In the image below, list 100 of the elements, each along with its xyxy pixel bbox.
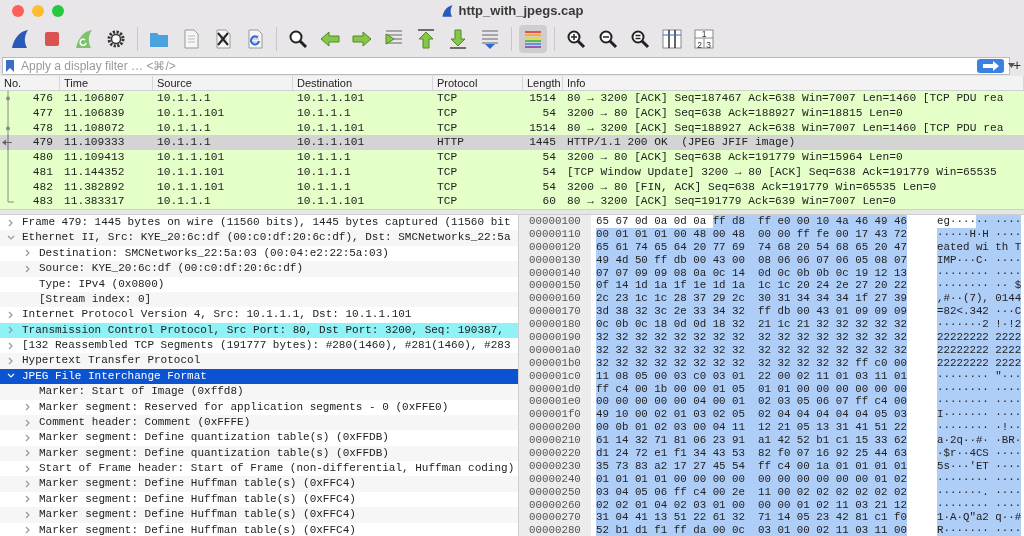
highlighted-ascii-text: ·····H·H ···· — [937, 227, 1022, 241]
table-cell-text: 54 — [541, 179, 557, 195]
expanded-chevron-icon[interactable] — [7, 373, 15, 380]
tree-row[interactable]: Marker segment: Define Huffman table(s) (0xFFC4) — [0, 491, 518, 508]
table-cell-text: 10.1.1.1 — [296, 179, 352, 195]
highlighted-ascii-text: ,#··(7), 0144 — [937, 292, 1022, 306]
tree-row[interactable]: Destination: SMCNetworks_22:5a:03 (00:04:e2:22:5a:03) — [0, 245, 518, 262]
collapsed-chevron-icon[interactable] — [25, 418, 31, 427]
apply-filter-button[interactable] — [977, 59, 1004, 73]
table-cell-text: 11.109413 — [63, 150, 126, 165]
collapsed-chevron-icon[interactable] — [25, 249, 31, 258]
close-button[interactable] — [12, 5, 24, 17]
zoom-button[interactable] — [52, 5, 64, 17]
tree-row[interactable]: Comment header: Comment (0xFFFE) — [0, 414, 518, 431]
column-header[interactable]: Destination — [293, 76, 433, 90]
table-cell-text: 11.382892 — [63, 179, 126, 195]
offset-text: 00000100 — [519, 215, 591, 228]
tree-row[interactable]: Source: KYE_20:6c:df (00:c0:df:20:6c:df) — [0, 261, 518, 277]
column-header[interactable]: Length — [523, 76, 563, 90]
offset-text: 00000170 — [519, 305, 591, 319]
collapsed-chevron-icon[interactable] — [8, 357, 14, 366]
table-cell-text: 54 — [541, 164, 557, 180]
offset-text: 00000160 — [519, 292, 591, 306]
highlighted-ascii-text: ········ ···· — [937, 395, 1022, 409]
table-cell-text: 10.1.1.1 — [156, 120, 212, 136]
collapsed-chevron-icon[interactable] — [8, 326, 14, 335]
list-triangle-icon — [479, 28, 501, 50]
tree-row-text: Marker segment: Define quantization table(s) (0xFFDB) — [39, 445, 389, 461]
tree-row[interactable]: Marker segment: Define Huffman table(s) (0xFFC4) — [0, 476, 518, 492]
table-cell-text: TCP — [436, 91, 459, 106]
tree-row[interactable]: Marker segment: Define quantization table(s) (0xFFDB) — [0, 445, 518, 461]
table-cell-text: 10.1.1.101 — [296, 91, 366, 106]
collapsed-chevron-icon[interactable] — [25, 403, 31, 412]
collapsed-chevron-icon[interactable] — [25, 464, 31, 473]
tree-row[interactable]: Hypertext Transfer Protocol — [0, 353, 518, 369]
packet-row[interactable]: 483 11.383317 10.1.1.1 10.1.1.101 TCP 60 80 → 3200 [ACK] Seq=191779 Ack=639 Win=7007 Len=0 — [0, 194, 1024, 209]
tree-row[interactable]: Internet Protocol Version 4, Src: 10.1.1.1, Dst: 10.1.1.101 — [0, 307, 518, 323]
add-filter-button[interactable]: + — [1013, 57, 1022, 73]
table-cell-text: TCP — [436, 105, 459, 121]
tree-row[interactable]: Type: IPv4 (0x0800) — [0, 276, 518, 292]
highlighted-ascii-text: R······· ···· — [937, 524, 1022, 536]
table-cell-text: 1514 — [528, 91, 557, 106]
column-header[interactable]: Time — [60, 76, 153, 90]
filter-field[interactable]: Apply a display filter … <⌘/> — [2, 57, 1010, 75]
search-icon — [287, 28, 309, 50]
up-arrow-icon — [415, 28, 437, 50]
highlighted-hex-bytes: 0c 0b 0c 18 0d 0d 18 32 21 1c 21 32 32 32 32 32 — [596, 318, 907, 332]
highlighted-ascii-text: =82<.342 ···C — [937, 305, 1022, 319]
table-cell-text: TCP — [436, 179, 459, 195]
table-cell-text: 10.1.1.101 — [296, 120, 366, 136]
tree-row[interactable]: Marker: Start of Image (0xffd8) — [0, 384, 518, 400]
collapsed-chevron-icon[interactable] — [25, 510, 31, 519]
table-cell-text: 11.144352 — [63, 164, 126, 180]
column-header[interactable]: Info — [563, 76, 1024, 90]
collapsed-chevron-icon[interactable] — [25, 495, 31, 504]
collapsed-chevron-icon[interactable] — [8, 218, 14, 227]
column-header[interactable]: No. — [0, 76, 60, 90]
table-cell-text: 10.1.1.101 — [156, 179, 226, 195]
table-cell-text: TCP — [436, 164, 459, 180]
collapsed-chevron-icon[interactable] — [25, 433, 31, 442]
left-arrow-icon — [319, 28, 341, 50]
column-header[interactable]: Source — [153, 76, 293, 90]
table-cell-text: 10.1.1.1 — [296, 105, 352, 121]
highlighted-hex-bytes: 52 b1 d1 f1 ff da 00 0c 03 01 00 02 11 03 11 00 — [596, 524, 907, 536]
table-cell-text: 80 → 3200 [ACK] Seq=188927 Ack=638 Win=7007 Len=1460 [TCP PDU rea — [566, 120, 1005, 136]
table-cell-text: HTTP/1.1 200 OK (JPEG JFIF image) — [566, 135, 797, 150]
table-cell-text: 10.1.1.1 — [296, 150, 352, 165]
collapsed-chevron-icon[interactable] — [25, 480, 31, 489]
tree-row[interactable]: [Stream index: 0] — [0, 291, 518, 308]
collapsed-chevron-icon[interactable] — [8, 310, 14, 319]
caret-icon[interactable] — [1008, 63, 1015, 68]
column-header[interactable]: Protocol — [433, 76, 523, 90]
table-cell-text: 482 — [31, 179, 54, 195]
fin-icon — [440, 4, 455, 18]
colorize-button[interactable] — [519, 25, 547, 53]
packet-row[interactable]: 479 11.109333 10.1.1.1 10.1.1.101 HTTP 1445 HTTP/1.1 200 OK (JPEG JFIF image) — [0, 135, 1024, 150]
table-cell-text: 10.1.1.101 — [296, 194, 366, 209]
collapsed-chevron-icon[interactable] — [8, 341, 14, 350]
tree-row[interactable]: Marker segment: Define Huffman table(s) (0xFFC4) — [0, 507, 518, 523]
tree-row-text: Comment header: Comment (0xFFFE) — [39, 414, 251, 430]
tree-row[interactable]: Marker segment: Define quantization table(s) (0xFFDB) — [0, 430, 518, 446]
table-cell-text: 1445 — [528, 135, 557, 150]
table-cell-text: 3200 → 80 [FIN, ACK] Seq=638 Ack=191779 Win=65535 Len=0 — [566, 179, 938, 195]
highlighted-hex-bytes: ff d8 ff e0 00 10 4a 46 49 46 — [712, 215, 908, 228]
tree-row[interactable]: Marker segment: Define Huffman table(s) (0xFFC4) — [0, 522, 518, 536]
bookmark-icon[interactable] — [6, 60, 14, 72]
table-cell-text: 479 — [31, 135, 54, 150]
collapsed-chevron-icon[interactable] — [25, 449, 31, 458]
collapsed-chevron-icon[interactable] — [25, 526, 31, 535]
collapsed-chevron-icon[interactable] — [25, 264, 31, 273]
table-cell-text: 483 — [31, 194, 54, 209]
tree-row[interactable]: Marker segment: Reserved for application segments - 0 (0xFFE0) — [0, 399, 518, 415]
fin-refresh-icon — [73, 28, 95, 50]
offset-text: 000001e0 — [519, 395, 591, 409]
tree-row-text: Destination: SMCNetworks_22:5a:03 (00:04:e2:22:5a:03) — [39, 245, 389, 261]
offset-text: 00000190 — [519, 331, 591, 344]
table-cell-text: 480 — [31, 150, 54, 165]
packet-row[interactable]: 480 11.109413 10.1.1.101 10.1.1.1 TCP 54 3200 → 80 [ACK] Seq=638 Ack=191779 Win=15964 Len=0 — [0, 150, 1024, 165]
packet-row[interactable]: 476 11.106807 10.1.1.1 10.1.1.101 TCP 1514 80 → 3200 [ACK] Seq=187467 Ack=638 Win=7007 Len=1460 [TCP PDU rea — [0, 91, 1024, 106]
highlighted-hex-bytes: 00 00 00 00 00 04 00 01 02 03 05 06 07 ff c4 00 — [596, 395, 907, 409]
